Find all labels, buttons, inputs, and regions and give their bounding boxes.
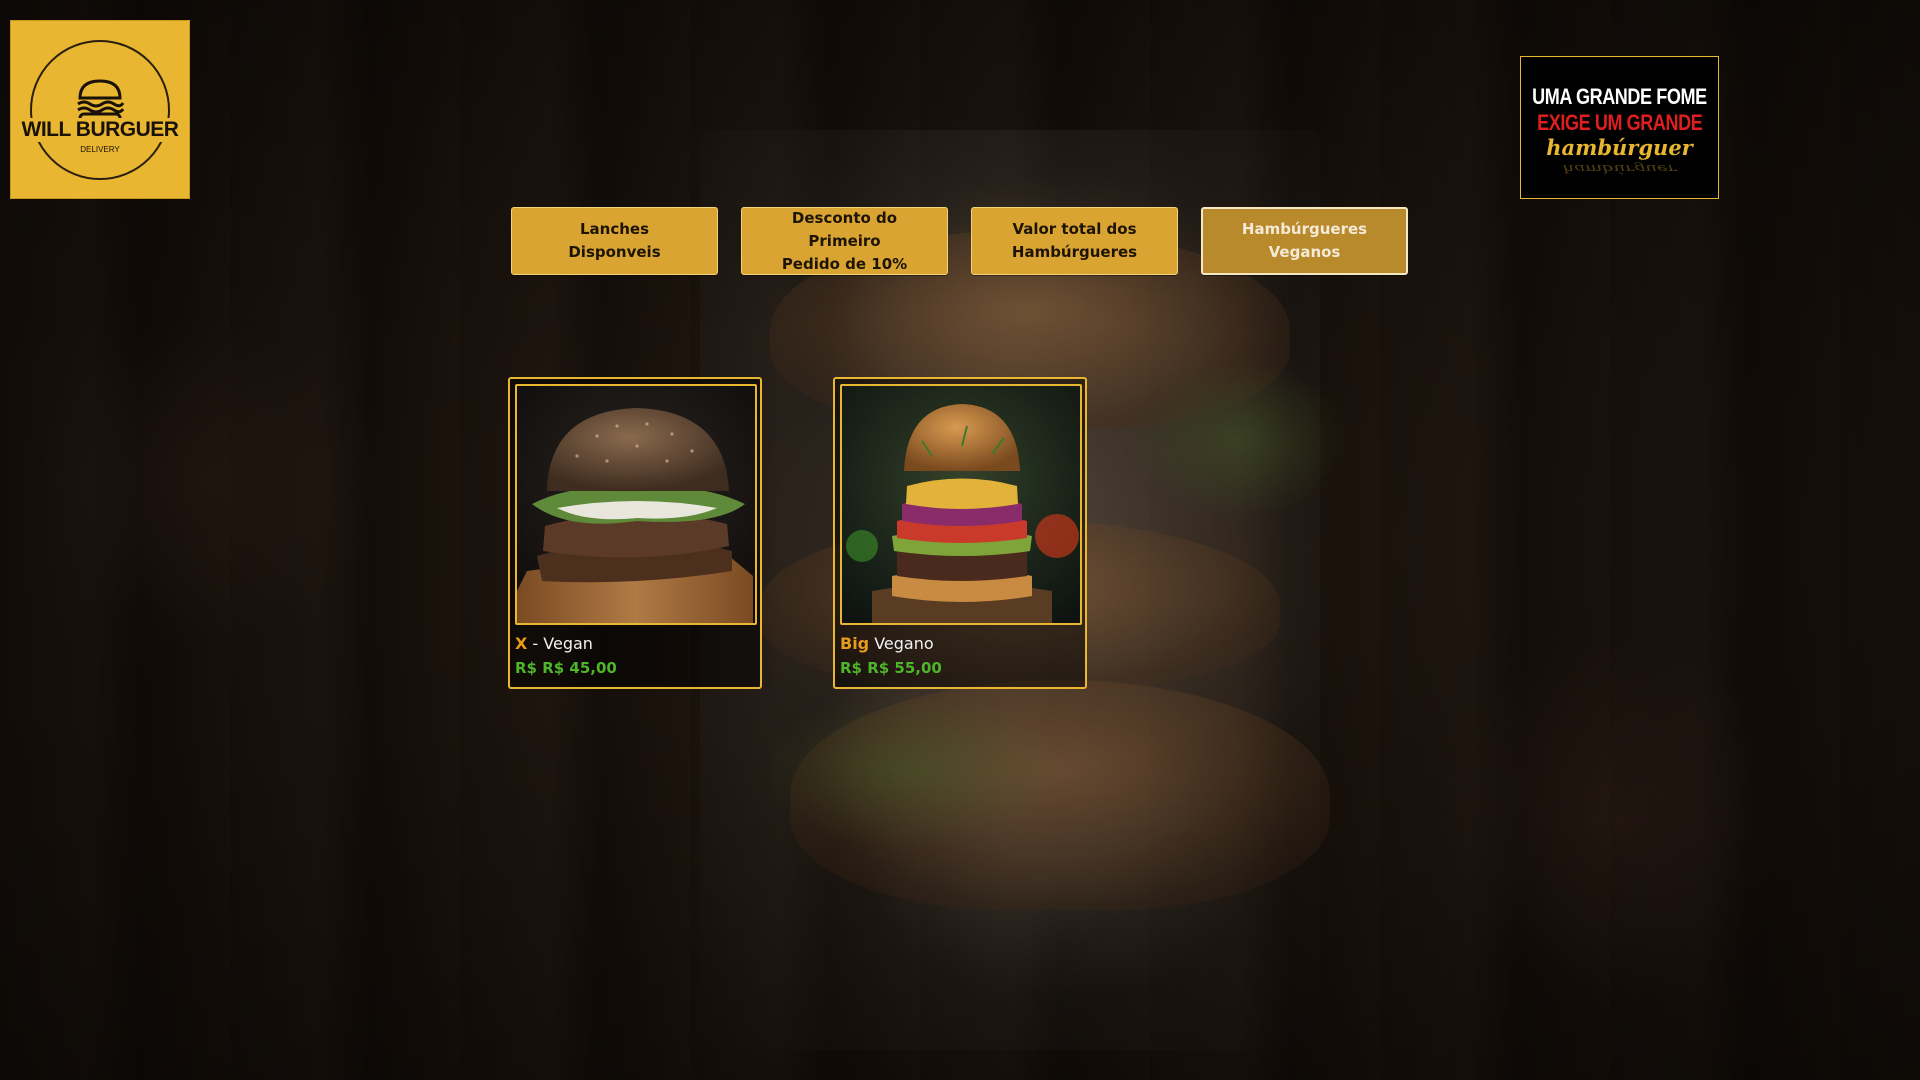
- nav-label-line1: Lanches: [579, 220, 649, 238]
- nav-label-line2: Disponveis: [568, 243, 661, 261]
- slogan-line-3: hambúrguer: [1546, 134, 1693, 160]
- product-title: - Vegan: [527, 634, 593, 653]
- nav-hamburgueres-veganos-button[interactable]: Hambúrgueres Veganos: [1201, 207, 1408, 275]
- nav-label-line1: Desconto do Primeiro: [791, 208, 898, 250]
- product-image-big-vegano: [840, 384, 1082, 625]
- brand-logo[interactable]: WILL BURGUER DELIVERY: [10, 20, 190, 199]
- nav-label-line2: Hambúrgueres: [1011, 243, 1138, 261]
- product-title-accent: Big: [840, 634, 870, 653]
- nav-label-line2: Pedido de 10%: [781, 254, 908, 273]
- nav-desconto-button[interactable]: Desconto do Primeiro Pedido de 10%: [741, 207, 948, 275]
- product-title: Vegano: [869, 634, 934, 653]
- product-price: R$ R$ 55,00: [840, 659, 942, 677]
- product-grid: X - Vegan R$ R$ 45,00 Big Vegano R$ R$ 5…: [508, 377, 1087, 689]
- nav-label-line1: Valor total dos: [1012, 220, 1137, 238]
- nav-label-line2: Veganos: [1268, 243, 1341, 261]
- nav-valor-total-button[interactable]: Valor total dos Hambúrgueres: [971, 207, 1178, 275]
- logo-name: WILL BURGUER: [20, 117, 180, 142]
- product-card[interactable]: Big Vegano R$ R$ 55,00: [833, 377, 1087, 689]
- logo-emblem: WILL BURGUER DELIVERY: [20, 39, 180, 180]
- product-card[interactable]: X - Vegan R$ R$ 45,00: [508, 377, 762, 689]
- slogan-banner: UMA GRANDE FOME EXIGE UM GRANDE hambúrgu…: [1520, 56, 1719, 199]
- slogan-line-2: EXIGE UM GRANDE: [1536, 109, 1703, 135]
- slogan-reflection: hambúrguer: [1562, 161, 1677, 175]
- nav-lanches-disponiveis-button[interactable]: Lanches Disponveis: [511, 207, 718, 275]
- product-title-accent: X: [515, 634, 528, 653]
- product-price: R$ R$ 45,00: [515, 659, 617, 677]
- burger-photo-icon: [842, 386, 1080, 623]
- nav-label-line1: Hambúrgueres: [1241, 220, 1368, 238]
- category-nav: Lanches Disponveis Desconto do Primeiro Pe…: [511, 207, 1408, 275]
- slogan-line-1: UMA GRANDE FOME: [1532, 83, 1707, 109]
- product-image-vegan-burger: [515, 384, 757, 625]
- logo-subtitle: DELIVERY: [80, 144, 120, 154]
- burger-photo-icon: [517, 386, 755, 623]
